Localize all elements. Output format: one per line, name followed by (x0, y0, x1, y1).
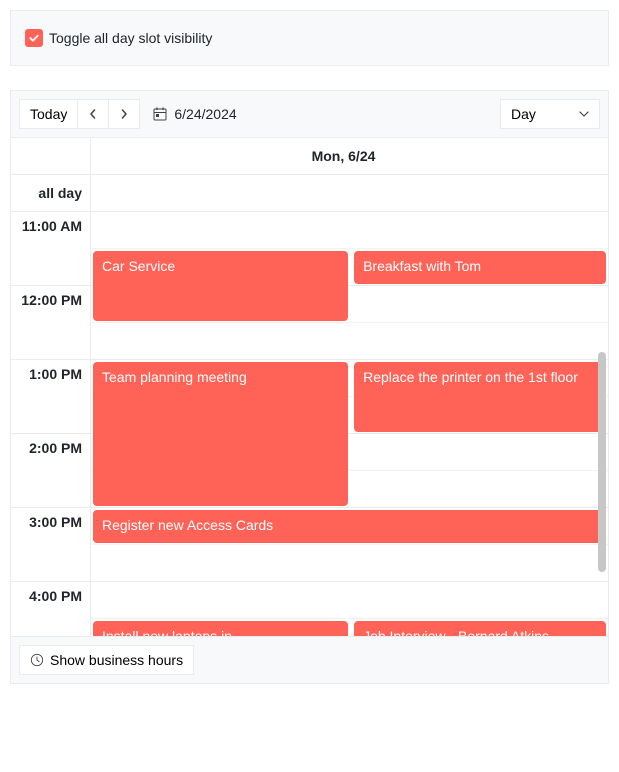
event[interactable]: Team planning meeting (93, 362, 348, 506)
next-button[interactable] (108, 99, 140, 129)
scheduler: Today 6/24/2024 Da (10, 90, 609, 684)
hour-label: 11:00 AM (11, 212, 90, 286)
hour-label: 4:00 PM (11, 582, 90, 636)
chevron-right-icon (119, 109, 129, 119)
check-icon (28, 32, 40, 44)
hour-label: 12:00 PM (11, 286, 90, 360)
toggle-allday-checkbox[interactable] (25, 29, 43, 47)
hour-label: 2:00 PM (11, 434, 90, 508)
event[interactable]: Breakfast with Tom (354, 251, 606, 284)
today-button[interactable]: Today (19, 99, 78, 129)
business-hours-label: Show business hours (50, 652, 183, 668)
prev-button[interactable] (77, 99, 109, 129)
event[interactable]: Replace the printer on the 1st floor (354, 362, 606, 432)
event[interactable]: Car Service (93, 251, 348, 321)
chevron-down-icon (579, 109, 589, 119)
view-select-label: Day (511, 106, 536, 122)
date-picker[interactable]: 6/24/2024 (152, 106, 236, 122)
event[interactable]: Install new laptops in (93, 621, 348, 636)
options-panel: Toggle all day slot visibility (10, 10, 609, 66)
date-label: 6/24/2024 (174, 106, 236, 122)
calendar-icon (152, 106, 168, 122)
event[interactable]: Job Interview - Bernard Atkins (354, 621, 606, 636)
hour-label: 3:00 PM (11, 508, 90, 582)
day-header: Mon, 6/24 (91, 138, 596, 174)
scrollbar-thumb[interactable] (598, 352, 606, 572)
view-select[interactable]: Day (500, 99, 600, 129)
chevron-left-icon (88, 109, 98, 119)
event[interactable]: Register new Access Cards (93, 510, 606, 543)
time-grid[interactable]: 11:00 AM12:00 PM1:00 PM2:00 PM3:00 PM4:0… (11, 212, 608, 636)
scheduler-toolbar: Today 6/24/2024 Da (11, 91, 608, 138)
allday-label: all day (11, 175, 91, 211)
clock-icon (30, 653, 44, 667)
business-hours-button[interactable]: Show business hours (19, 645, 194, 675)
allday-row: all day (11, 175, 608, 212)
allday-slot[interactable] (91, 175, 596, 211)
day-header-row: Mon, 6/24 (11, 138, 608, 175)
toggle-allday-label: Toggle all day slot visibility (49, 30, 212, 46)
scheduler-footer: Show business hours (11, 636, 608, 683)
hour-label: 1:00 PM (11, 360, 90, 434)
